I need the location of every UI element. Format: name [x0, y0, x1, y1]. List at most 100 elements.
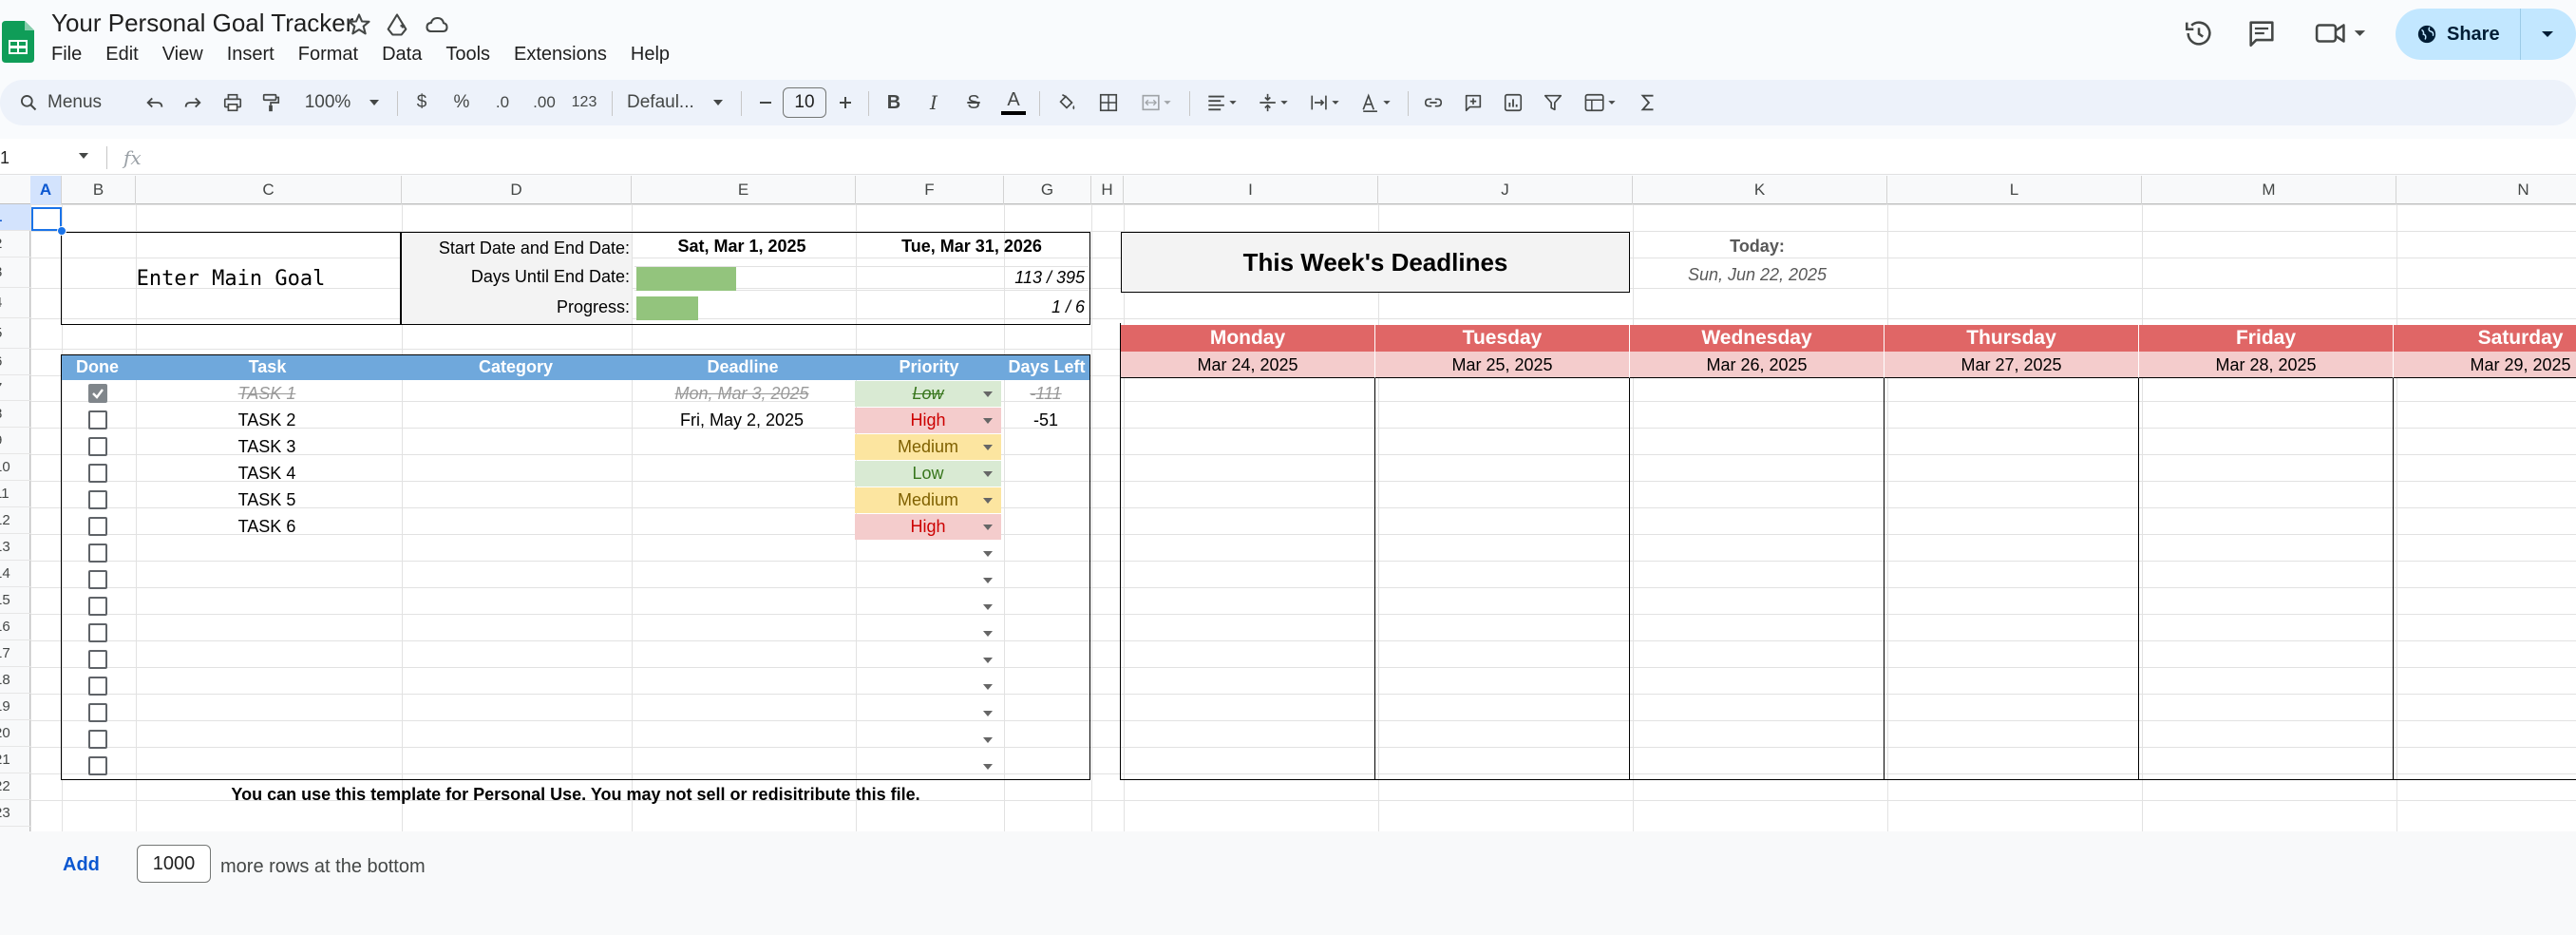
move-to-drive-icon[interactable] — [384, 11, 410, 38]
name-box[interactable]: A1 — [0, 144, 84, 171]
menu-file[interactable]: File — [51, 40, 92, 68]
add-rows-button[interactable]: Add — [63, 854, 100, 876]
row-header-8[interactable]: 8 — [0, 401, 30, 428]
menu-insert[interactable]: Insert — [227, 40, 285, 68]
menu-data[interactable]: Data — [382, 40, 432, 68]
paint-format-icon[interactable] — [256, 88, 285, 117]
print-icon[interactable] — [218, 88, 247, 117]
row-header-4[interactable]: 4 — [0, 288, 30, 318]
vertical-align-icon[interactable] — [1254, 88, 1294, 117]
column-header-m[interactable]: M — [2142, 176, 2396, 204]
add-rows-count-input[interactable]: 1000 — [137, 845, 211, 883]
row-header-23[interactable]: 23 — [0, 800, 30, 827]
start-date-cell[interactable]: Sat, Mar 1, 2025 — [635, 237, 849, 257]
row-header-16[interactable]: 16 — [0, 614, 30, 640]
share-options-chevron-down-icon[interactable] — [2521, 9, 2574, 60]
row-header-19[interactable]: 19 — [0, 694, 30, 720]
comments-icon[interactable] — [2245, 17, 2278, 49]
row-header-5[interactable]: 5 — [0, 318, 30, 349]
font-chevron-down-icon[interactable] — [710, 88, 726, 117]
menu-tools[interactable]: Tools — [445, 40, 501, 68]
insert-comment-icon[interactable] — [1459, 88, 1487, 117]
row-header-18[interactable]: 18 — [0, 667, 30, 694]
menu-extensions[interactable]: Extensions — [514, 40, 617, 68]
star-icon[interactable] — [346, 11, 372, 38]
row-header-15[interactable]: 15 — [0, 587, 30, 614]
sheets-logo-icon[interactable] — [2, 21, 34, 63]
undo-icon[interactable] — [141, 88, 169, 117]
zoom-chevron-down-icon[interactable] — [367, 88, 382, 117]
column-header-j[interactable]: J — [1378, 176, 1633, 204]
menu-format[interactable]: Format — [298, 40, 369, 68]
main-goal-cell[interactable]: Enter Main Goal — [61, 232, 401, 325]
row-header-6[interactable]: 6 — [0, 349, 30, 375]
share-main-button[interactable]: Share — [2396, 9, 2521, 60]
row-header-11[interactable]: 11 — [0, 481, 30, 507]
menu-view[interactable]: View — [162, 40, 214, 68]
column-header-i[interactable]: I — [1124, 176, 1378, 204]
row-header-12[interactable]: 12 — [0, 507, 30, 534]
row-header-9[interactable]: 9 — [0, 428, 30, 454]
version-history-icon[interactable] — [2183, 17, 2215, 49]
text-wrapping-icon[interactable] — [1305, 88, 1345, 117]
insert-link-icon[interactable] — [1419, 88, 1448, 117]
increase-font-size-icon[interactable] — [834, 88, 857, 117]
row-header-21[interactable]: 21 — [0, 747, 30, 773]
row-header-7[interactable]: 7 — [0, 375, 30, 401]
column-header-n[interactable]: N — [2396, 176, 2576, 204]
borders-icon[interactable] — [1094, 88, 1123, 117]
more-formats-button[interactable]: 123 — [568, 88, 600, 117]
functions-sigma-icon[interactable] — [1634, 88, 1662, 117]
row-header-1[interactable]: 1 — [0, 204, 30, 231]
row-header-3[interactable]: 3 — [0, 258, 30, 288]
decrease-font-size-icon[interactable] — [754, 88, 777, 117]
end-date-cell[interactable]: Tue, Mar 31, 2026 — [855, 237, 1089, 257]
font-select[interactable]: Defaul... — [627, 88, 703, 117]
redo-icon[interactable] — [179, 88, 207, 117]
text-rotation-icon[interactable] — [1356, 88, 1396, 117]
cloud-saved-icon[interactable] — [424, 11, 450, 38]
font-size-input[interactable]: 10 — [783, 87, 826, 118]
row-header-17[interactable]: 17 — [0, 640, 30, 667]
menu-help[interactable]: Help — [631, 40, 680, 68]
zoom-select[interactable]: 100% — [302, 88, 353, 117]
row-header-13[interactable]: 13 — [0, 534, 30, 561]
spreadsheet-grid[interactable]: ABCDEFGHIJKLMN 1234567891011121314151617… — [0, 176, 2576, 831]
column-header-f[interactable]: F — [856, 176, 1004, 204]
column-header-c[interactable]: C — [136, 176, 402, 204]
menu-edit[interactable]: Edit — [105, 40, 148, 68]
column-header-d[interactable]: D — [402, 176, 632, 204]
column-header-k[interactable]: K — [1633, 176, 1887, 204]
currency-format-button[interactable]: $ — [410, 88, 433, 117]
share-button[interactable]: Share — [2396, 9, 2576, 60]
fill-handle[interactable] — [57, 226, 66, 236]
name-box-chevron-down-icon[interactable] — [78, 152, 89, 160]
strikethrough-button[interactable]: S — [959, 88, 988, 117]
column-header-e[interactable]: E — [632, 176, 856, 204]
filter-views-icon[interactable] — [1579, 88, 1622, 117]
bold-button[interactable]: B — [880, 88, 908, 117]
row-header-14[interactable]: 14 — [0, 561, 30, 587]
italic-button[interactable]: I — [919, 88, 948, 117]
column-header-b[interactable]: B — [62, 176, 136, 204]
decrease-decimal-button[interactable]: .0 — [488, 88, 517, 117]
column-header-l[interactable]: L — [1887, 176, 2142, 204]
column-header-h[interactable]: H — [1091, 176, 1124, 204]
percent-format-button[interactable]: % — [450, 88, 473, 117]
filter-icon[interactable] — [1539, 88, 1567, 117]
increase-decimal-button[interactable]: .00 — [528, 88, 560, 117]
search-menus[interactable]: Menus — [9, 87, 133, 118]
row-header-10[interactable]: 10 — [0, 454, 30, 481]
column-header-a[interactable]: A — [30, 176, 62, 204]
column-header-g[interactable]: G — [1004, 176, 1091, 204]
meet-video-icon[interactable] — [2314, 17, 2371, 49]
text-color-button[interactable]: A — [999, 88, 1028, 117]
fill-color-icon[interactable] — [1052, 88, 1081, 117]
horizontal-align-icon[interactable] — [1203, 88, 1242, 117]
row-header-22[interactable]: 22 — [0, 773, 30, 800]
row-header-20[interactable]: 20 — [0, 720, 30, 747]
row-header-2[interactable]: 2 — [0, 231, 30, 258]
document-title[interactable]: Your Personal Goal Tracker — [51, 9, 353, 38]
merge-cells-icon[interactable] — [1136, 88, 1178, 117]
insert-chart-icon[interactable] — [1499, 88, 1527, 117]
